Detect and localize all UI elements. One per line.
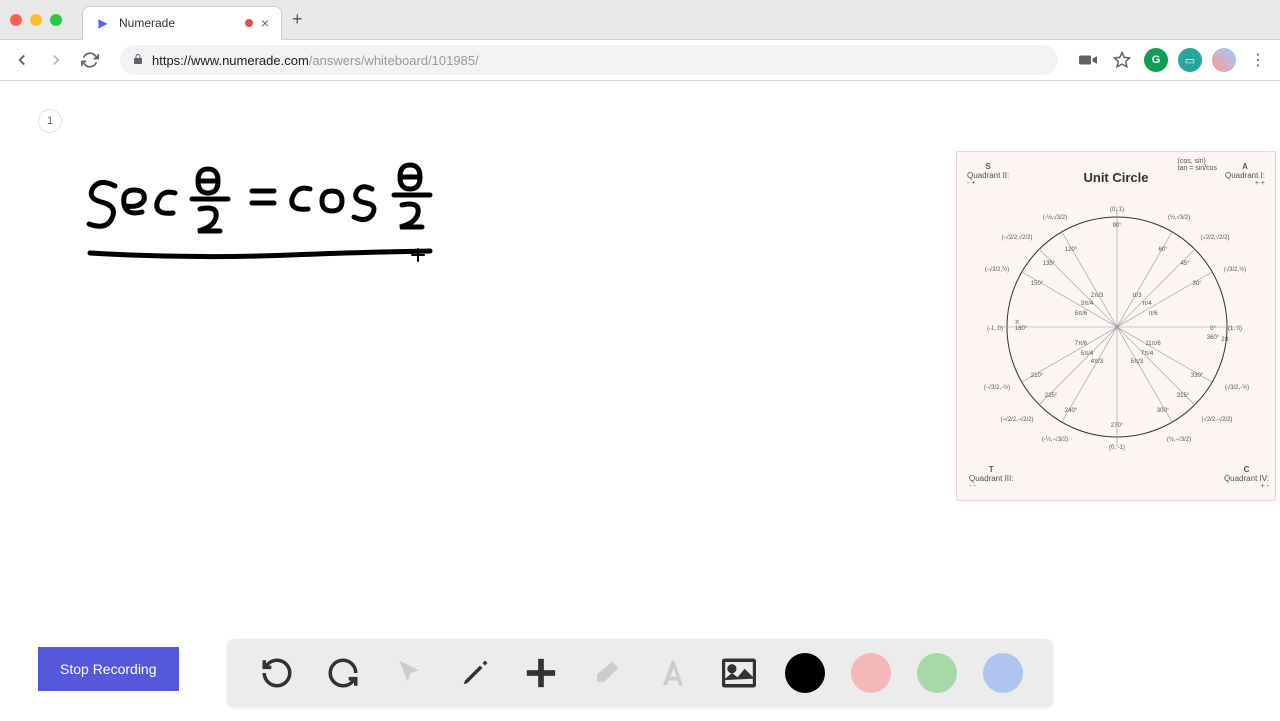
svg-text:(-½,√3/2): (-½,√3/2) bbox=[1043, 214, 1067, 221]
svg-text:(-√3/2,-½): (-√3/2,-½) bbox=[984, 384, 1010, 391]
svg-text:π/6: π/6 bbox=[1148, 311, 1158, 317]
new-tab-button[interactable]: + bbox=[292, 9, 303, 30]
svg-text:π/3: π/3 bbox=[1132, 293, 1142, 299]
add-tool-button[interactable] bbox=[521, 653, 561, 693]
svg-text:180°: 180° bbox=[1015, 326, 1028, 332]
bookmark-star-icon[interactable] bbox=[1110, 48, 1134, 72]
color-green-button[interactable] bbox=[917, 653, 957, 693]
svg-text:(-√2/2,-√2/2): (-√2/2,-√2/2) bbox=[1001, 416, 1034, 423]
svg-text:11π/6: 11π/6 bbox=[1145, 341, 1161, 347]
svg-text:π: π bbox=[1015, 320, 1019, 326]
svg-text:30°: 30° bbox=[1192, 281, 1202, 287]
svg-text:60°: 60° bbox=[1158, 247, 1168, 253]
quadrant-3-label: T Quadrant III: - - bbox=[969, 465, 1013, 490]
svg-text:(0, -1): (0, -1) bbox=[1109, 445, 1125, 451]
pencil-tool-button[interactable] bbox=[455, 653, 495, 693]
window-maximize-icon[interactable] bbox=[50, 14, 62, 26]
stop-recording-button[interactable]: Stop Recording bbox=[38, 647, 179, 691]
svg-text:(√2/2,√2/2): (√2/2,√2/2) bbox=[1201, 234, 1230, 241]
window-controls bbox=[10, 14, 62, 26]
text-tool-button[interactable] bbox=[653, 653, 693, 693]
undo-button[interactable] bbox=[257, 653, 297, 693]
svg-text:(0, 1): (0, 1) bbox=[1110, 207, 1124, 213]
svg-text:(-1, 0): (-1, 0) bbox=[987, 326, 1003, 332]
redo-button[interactable] bbox=[323, 653, 363, 693]
reload-button[interactable] bbox=[78, 48, 102, 72]
browser-toolbar: https://www.numerade.com/answers/whitebo… bbox=[0, 40, 1280, 80]
svg-text:(√3/2,-½): (√3/2,-½) bbox=[1225, 384, 1249, 391]
window-close-icon[interactable] bbox=[10, 14, 22, 26]
svg-text:270°: 270° bbox=[1111, 423, 1124, 429]
svg-text:(1, 0): (1, 0) bbox=[1228, 326, 1242, 332]
svg-text:2π/3: 2π/3 bbox=[1091, 293, 1104, 299]
svg-text:(½,√3/2): (½,√3/2) bbox=[1168, 214, 1190, 221]
svg-text:(√2/2,-√2/2): (√2/2,-√2/2) bbox=[1202, 416, 1233, 423]
extension-icon[interactable]: ▭ bbox=[1178, 48, 1202, 72]
url-text: https://www.numerade.com/answers/whitebo… bbox=[152, 53, 479, 68]
svg-text:45°: 45° bbox=[1180, 261, 1190, 267]
menu-icon[interactable]: ⋮ bbox=[1246, 48, 1270, 72]
recording-indicator-icon bbox=[245, 19, 253, 27]
svg-text:5π/4: 5π/4 bbox=[1081, 351, 1094, 357]
svg-text:7π/4: 7π/4 bbox=[1141, 351, 1154, 357]
svg-text:(½,-√3/2): (½,-√3/2) bbox=[1167, 436, 1191, 443]
camera-icon[interactable] bbox=[1076, 48, 1100, 72]
pointer-tool-button[interactable] bbox=[389, 653, 429, 693]
page-number-badge[interactable]: 1 bbox=[38, 109, 62, 133]
color-black-button[interactable] bbox=[785, 653, 825, 693]
quadrant-4-label: C Quadrant IV: + - bbox=[1224, 465, 1269, 490]
quadrant-2-label: S Quadrant II: - + bbox=[967, 162, 1009, 187]
svg-text:0°: 0° bbox=[1210, 326, 1216, 332]
extension-grammarly-icon[interactable]: G bbox=[1144, 48, 1168, 72]
browser-tab[interactable]: ▶ Numerade × bbox=[82, 6, 282, 40]
svg-text:2π: 2π bbox=[1221, 337, 1228, 343]
svg-text:300°: 300° bbox=[1157, 408, 1170, 414]
unit-circle-panel: S Quadrant II: - + A Quadrant I: + + T Q… bbox=[956, 151, 1276, 501]
window-minimize-icon[interactable] bbox=[30, 14, 42, 26]
svg-text:120°: 120° bbox=[1065, 247, 1078, 253]
tab-title: Numerade bbox=[119, 16, 237, 30]
lock-icon bbox=[132, 53, 144, 68]
image-tool-button[interactable] bbox=[719, 653, 759, 693]
quadrant-1-label: A Quadrant I: + + bbox=[1225, 162, 1265, 187]
svg-text:(-√2/2,√2/2): (-√2/2,√2/2) bbox=[1002, 234, 1033, 241]
svg-text:210°: 210° bbox=[1031, 373, 1044, 379]
svg-text:135°: 135° bbox=[1043, 261, 1056, 267]
svg-text:225°: 225° bbox=[1045, 393, 1058, 399]
svg-text:7π/6: 7π/6 bbox=[1075, 341, 1088, 347]
svg-text:5π/3: 5π/3 bbox=[1131, 359, 1144, 365]
svg-text:(-√3/2,½): (-√3/2,½) bbox=[985, 266, 1009, 273]
svg-text:150°: 150° bbox=[1031, 281, 1044, 287]
color-blue-button[interactable] bbox=[983, 653, 1023, 693]
handwritten-equation bbox=[70, 151, 470, 331]
svg-text:315°: 315° bbox=[1177, 393, 1190, 399]
tab-favicon-icon: ▶ bbox=[95, 15, 111, 31]
svg-text:90°: 90° bbox=[1112, 223, 1122, 229]
svg-text:4π/3: 4π/3 bbox=[1091, 359, 1104, 365]
svg-text:330°: 330° bbox=[1191, 373, 1204, 379]
unit-circle-diagram: (0, 1) 90° 60° 45° 30° 0° 360° (1, 0) 33… bbox=[982, 192, 1252, 462]
svg-text:240°: 240° bbox=[1065, 408, 1078, 414]
svg-text:(√3/2,½): (√3/2,½) bbox=[1224, 266, 1246, 273]
drawing-toolbar bbox=[227, 639, 1053, 707]
titlebar: ▶ Numerade × + bbox=[0, 0, 1280, 40]
whiteboard-content: 1 bbox=[0, 81, 1280, 721]
svg-text:5π/6: 5π/6 bbox=[1075, 311, 1088, 317]
svg-text:360°: 360° bbox=[1207, 335, 1220, 341]
address-bar[interactable]: https://www.numerade.com/answers/whitebo… bbox=[120, 45, 1058, 75]
profile-avatar-icon[interactable] bbox=[1212, 48, 1236, 72]
trig-rule: (cos, sin) tan = sin/cos bbox=[1178, 158, 1218, 172]
forward-button[interactable] bbox=[44, 48, 68, 72]
browser-chrome: ▶ Numerade × + https://www.numerade.com/… bbox=[0, 0, 1280, 81]
svg-text:3π/4: 3π/4 bbox=[1081, 301, 1094, 307]
back-button[interactable] bbox=[10, 48, 34, 72]
color-pink-button[interactable] bbox=[851, 653, 891, 693]
svg-text:π/4: π/4 bbox=[1142, 301, 1152, 307]
tab-close-icon[interactable]: × bbox=[261, 15, 269, 31]
eraser-tool-button[interactable] bbox=[587, 653, 627, 693]
svg-text:(-½,-√3/2): (-½,-√3/2) bbox=[1042, 436, 1068, 443]
